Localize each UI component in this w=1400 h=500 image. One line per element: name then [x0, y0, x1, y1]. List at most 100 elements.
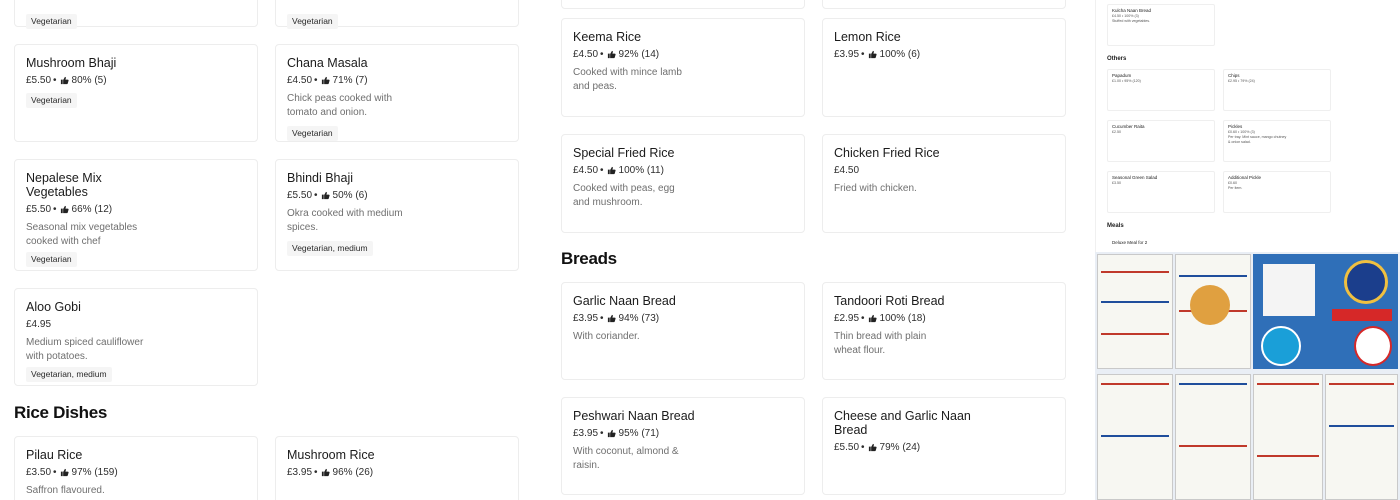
dietary-badge: Vegetarian	[26, 14, 77, 29]
item-name: Nepalese Mix Vegetables	[26, 171, 102, 199]
item-rating: 100% (18)	[879, 313, 926, 324]
item-description: Medium spiced cauliflower with potatoes.	[26, 337, 144, 362]
item-description: Cooked with mince lamb and peas.	[573, 67, 682, 92]
item-name: Lemon Rice	[834, 30, 901, 44]
menu-item-mushroom-bhaji[interactable]: Mushroom Bhaji £5.50 • 80% (5) Vegetarian	[14, 44, 258, 142]
dietary-badge: Vegetarian	[287, 14, 338, 29]
item-meta: £3.50 • 97% (159)	[26, 467, 118, 478]
menu-item-garlic-naan-bread[interactable]: Garlic Naan Bread £3.95 • 94% (73) With c…	[561, 282, 805, 380]
item-price: £5.50	[287, 190, 313, 201]
menu-item-bhindi-bhaji[interactable]: Bhindi Bhaji £5.50 • 50% (6) Okra cooked …	[275, 159, 519, 271]
item-name: Mushroom Rice	[287, 448, 375, 462]
menu-item-peshwari-naan-bread[interactable]: Peshwari Naan Bread £3.95 • 95% (71) With…	[561, 397, 805, 495]
mini-item-additional-pickle[interactable]: Additional Pickle £0.60 Per item.	[1223, 171, 1331, 213]
item-price: £4.95	[26, 319, 52, 330]
item-meta: £3.95 • 100% (6)	[834, 49, 921, 60]
menu-item-nepalese-mix-vegetables[interactable]: Nepalese Mix Vegetables £5.50 • 66% (12) …	[14, 159, 258, 271]
menu-item-card[interactable]	[822, 0, 1066, 9]
item-price: £3.50	[26, 467, 52, 478]
menu-item-card[interactable]: Vegetarian	[14, 0, 258, 29]
menu-item-lemon-rice[interactable]: Lemon Rice £3.95 • 100% (6)	[822, 18, 1066, 117]
item-description: Saffron flavoured.	[26, 485, 105, 496]
dietary-badge: Vegetarian	[26, 93, 77, 108]
thumbs-up-icon	[321, 76, 330, 85]
item-price: £5.50	[26, 204, 52, 215]
section-heading-rice-dishes: Rice Dishes	[14, 403, 108, 422]
mini-item-chips[interactable]: Chips £2.95 • 79% (24)	[1223, 69, 1331, 111]
section-heading-breads: Breads	[561, 249, 617, 268]
item-rating: 96% (26)	[332, 467, 374, 478]
item-description: With coconut, almond & raisin.	[573, 446, 679, 471]
item-description: Chick peas cooked with tomato and onion.	[287, 93, 393, 118]
mini-item-desc: Stuffed with vegetables.	[1112, 19, 1151, 23]
item-description: With coriander.	[573, 331, 640, 342]
dietary-badge: Vegetarian, medium	[287, 241, 373, 256]
item-meta: £3.95 • 95% (71)	[573, 428, 660, 439]
mini-item-cucumber-raita[interactable]: Cucumber Raita £2.50	[1107, 120, 1215, 162]
item-description: Thin bread with plain wheat flour.	[834, 331, 927, 356]
item-price: £4.50	[834, 165, 860, 176]
item-description: Fried with chicken.	[834, 183, 917, 194]
thumbs-up-icon	[868, 314, 877, 323]
mini-item-papadum[interactable]: Papadum £1.00 • 95% (120)	[1107, 69, 1215, 111]
thumbs-up-icon	[607, 166, 616, 175]
item-price: £3.95	[573, 313, 599, 324]
item-description: Seasonal mix vegetables cooked with chef…	[26, 222, 138, 247]
thumbs-up-icon	[60, 76, 69, 85]
menu-item-cheese-garlic-naan-bread[interactable]: Cheese and Garlic Naan Bread £5.50 • 79% …	[822, 397, 1066, 495]
item-meta: £5.50 • 66% (12)	[26, 204, 113, 215]
mini-section-others: Others	[1107, 56, 1127, 62]
menu-item-mushroom-rice[interactable]: Mushroom Rice £3.95 • 96% (26)	[275, 436, 519, 500]
menu-item-card[interactable]	[561, 0, 805, 9]
item-name: Peshwari Naan Bread	[573, 409, 695, 423]
mini-item-meta: £2.95 • 79% (24)	[1228, 79, 1255, 83]
menu-item-card[interactable]: Vegetarian	[275, 0, 519, 29]
mini-item-pickles[interactable]: Pickles £0.60 • 100% (3) Per tray. Mint …	[1223, 120, 1331, 162]
item-meta: £5.50 • 79% (24)	[834, 442, 921, 453]
item-rating: 94% (73)	[618, 313, 660, 324]
menu-item-keema-rice[interactable]: Keema Rice £4.50 • 92% (14) Cooked with m…	[561, 18, 805, 117]
menu-item-pilau-rice[interactable]: Pilau Rice £3.50 • 97% (159) Saffron flav…	[14, 436, 258, 500]
menu-item-special-fried-rice[interactable]: Special Fried Rice £4.50 • 100% (11) Cook…	[561, 134, 805, 233]
item-description: Okra cooked with medium spices.	[287, 208, 403, 233]
menu-item-chana-masala[interactable]: Chana Masala £4.50 • 71% (7) Chick peas c…	[275, 44, 519, 142]
thumbs-up-icon	[868, 50, 877, 59]
item-name: Special Fried Rice	[573, 146, 675, 160]
thumbs-up-icon	[60, 468, 69, 477]
thumbs-up-icon	[868, 443, 877, 452]
menu-preview-panel: Kulcha Naan Bread £4.50 • 100% (3) Stuff…	[1095, 0, 1400, 252]
menu-item-tandoori-roti-bread[interactable]: Tandoori Roti Bread £2.95 • 100% (18) Thi…	[822, 282, 1066, 380]
item-meta: £4.95	[26, 318, 246, 331]
item-name: Pilau Rice	[26, 448, 83, 462]
thumbs-up-icon	[321, 468, 330, 477]
item-rating: 66% (12)	[71, 204, 113, 215]
mini-item-meta: £2.50	[1112, 130, 1121, 134]
dietary-badge: Vegetarian	[287, 126, 338, 141]
item-price: £3.95	[287, 467, 313, 478]
thumbs-up-icon	[321, 191, 330, 200]
item-price: £2.95	[834, 313, 860, 324]
mini-item-desc: Per item.	[1228, 186, 1243, 190]
thumbs-up-icon	[60, 205, 69, 214]
item-price: £5.50	[834, 442, 860, 453]
item-price: £4.50	[287, 75, 313, 86]
item-price: £3.95	[573, 428, 599, 439]
item-meta: £4.50 • 71% (7)	[287, 75, 368, 86]
item-meta: £3.95 • 94% (73)	[573, 313, 660, 324]
item-name: Chicken Fried Rice	[834, 146, 940, 160]
mini-item-kulcha-naan[interactable]: Kulcha Naan Bread £4.50 • 100% (3) Stuff…	[1107, 4, 1215, 46]
mini-item-desc: Per tray. Mint sauce, mango chutney & on…	[1228, 135, 1287, 144]
item-name: Bhindi Bhaji	[287, 171, 354, 185]
item-name: Keema Rice	[573, 30, 642, 44]
thumbs-up-icon	[607, 429, 616, 438]
item-name: Cheese and Garlic Naan Bread	[834, 409, 971, 437]
mini-item-green-salad[interactable]: Seasonal Green Salad £3.50	[1107, 171, 1215, 213]
menu-item-chicken-fried-rice[interactable]: Chicken Fried Rice £4.50 Fried with chic…	[822, 134, 1066, 233]
item-meta: £5.50 • 50% (6)	[287, 190, 368, 201]
dietary-badge: Vegetarian, medium	[26, 367, 112, 382]
item-meta: £2.95 • 100% (18)	[834, 313, 926, 324]
dietary-badge: Vegetarian	[26, 252, 77, 267]
menu-item-aloo-gobi[interactable]: Aloo Gobi £4.95 Medium spiced cauliflowe…	[14, 288, 258, 386]
item-meta: £3.95 • 96% (26)	[287, 467, 374, 478]
menu-leaflet-image	[1095, 252, 1400, 500]
